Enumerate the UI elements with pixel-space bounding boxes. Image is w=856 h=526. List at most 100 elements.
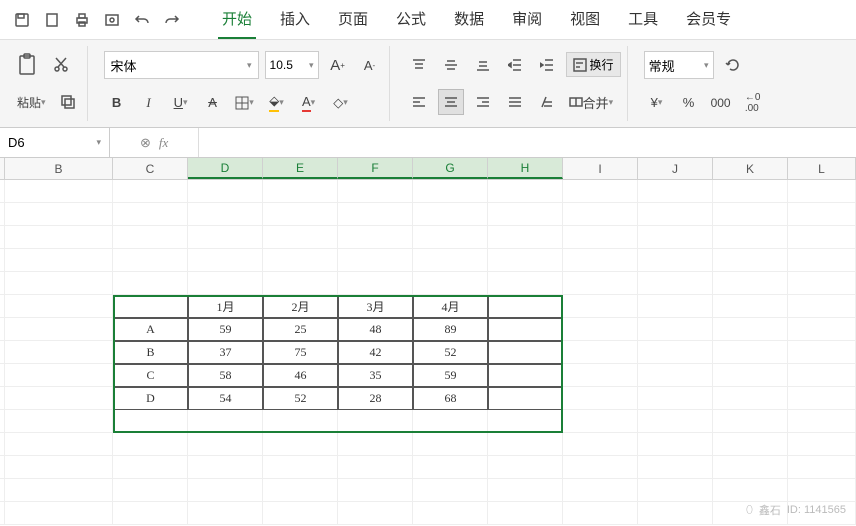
orientation-icon[interactable] <box>534 89 560 115</box>
cell[interactable]: 52 <box>263 387 338 410</box>
cell[interactable] <box>338 180 413 203</box>
cell[interactable] <box>5 295 113 318</box>
font-select[interactable]: 宋体▾ <box>104 51 259 79</box>
align-bot-icon[interactable] <box>470 52 496 78</box>
cell[interactable] <box>5 387 113 410</box>
cell[interactable] <box>563 318 638 341</box>
indent-inc-icon[interactable] <box>534 52 560 78</box>
cell[interactable] <box>488 433 563 456</box>
cell[interactable] <box>788 226 856 249</box>
cell[interactable] <box>488 295 563 318</box>
cell[interactable] <box>413 479 488 502</box>
cell[interactable] <box>113 203 188 226</box>
cell[interactable] <box>638 272 713 295</box>
cell[interactable]: 25 <box>263 318 338 341</box>
cell[interactable]: 46 <box>263 364 338 387</box>
cell[interactable] <box>638 341 713 364</box>
cell[interactable] <box>563 387 638 410</box>
cell[interactable] <box>488 479 563 502</box>
cell[interactable] <box>488 341 563 364</box>
cell[interactable] <box>563 479 638 502</box>
cell[interactable] <box>713 479 788 502</box>
preview-icon[interactable] <box>98 6 126 34</box>
align-right-icon[interactable] <box>470 89 496 115</box>
cell[interactable] <box>338 433 413 456</box>
cell[interactable] <box>713 318 788 341</box>
cell[interactable]: 4月 <box>413 295 488 318</box>
copy-icon[interactable] <box>55 89 81 115</box>
cell[interactable] <box>488 180 563 203</box>
cell[interactable] <box>338 479 413 502</box>
col-header-J[interactable]: J <box>638 158 713 179</box>
cell[interactable] <box>188 433 263 456</box>
cell[interactable] <box>563 364 638 387</box>
number-format-select[interactable]: 常规▾ <box>644 51 714 79</box>
cell[interactable] <box>713 272 788 295</box>
cancel-icon[interactable]: ⊗ <box>140 135 151 151</box>
cell[interactable] <box>188 249 263 272</box>
cell[interactable] <box>488 272 563 295</box>
tab-insert[interactable]: 插入 <box>276 0 314 39</box>
cell[interactable] <box>5 180 113 203</box>
cell[interactable] <box>263 180 338 203</box>
tab-view[interactable]: 视图 <box>566 0 604 39</box>
cell[interactable] <box>5 479 113 502</box>
cell[interactable] <box>5 456 113 479</box>
col-header-B[interactable]: B <box>5 158 113 179</box>
cell[interactable] <box>563 272 638 295</box>
cell[interactable] <box>5 364 113 387</box>
decrease-font-icon[interactable]: A- <box>357 52 383 78</box>
font-color-button[interactable]: A▾ <box>296 90 322 116</box>
cell[interactable]: 89 <box>413 318 488 341</box>
cell[interactable] <box>413 502 488 525</box>
cell[interactable]: B <box>113 341 188 364</box>
cell[interactable] <box>488 249 563 272</box>
cell[interactable]: 48 <box>338 318 413 341</box>
wrap-button[interactable]: 换行 <box>566 52 621 77</box>
tab-formula[interactable]: 公式 <box>392 0 430 39</box>
justify-icon[interactable] <box>502 89 528 115</box>
cell[interactable]: 54 <box>188 387 263 410</box>
cell[interactable] <box>263 410 338 433</box>
cell[interactable] <box>713 387 788 410</box>
cell[interactable]: 58 <box>188 364 263 387</box>
cell[interactable] <box>713 226 788 249</box>
cell[interactable] <box>5 272 113 295</box>
cell[interactable] <box>188 272 263 295</box>
cell[interactable]: A <box>113 318 188 341</box>
cell[interactable] <box>713 249 788 272</box>
cell[interactable] <box>263 272 338 295</box>
new-icon[interactable] <box>38 6 66 34</box>
cell[interactable]: 42 <box>338 341 413 364</box>
cell[interactable]: 1月 <box>188 295 263 318</box>
cell[interactable] <box>713 203 788 226</box>
cell[interactable] <box>788 479 856 502</box>
cell[interactable] <box>413 180 488 203</box>
cell[interactable] <box>263 433 338 456</box>
cell[interactable] <box>188 456 263 479</box>
cell[interactable] <box>563 341 638 364</box>
cell[interactable] <box>713 456 788 479</box>
merge-button[interactable]: 合并▾ <box>566 89 617 115</box>
cell[interactable] <box>5 410 113 433</box>
cell[interactable] <box>563 226 638 249</box>
cell[interactable]: 35 <box>338 364 413 387</box>
cell[interactable] <box>788 318 856 341</box>
cell[interactable] <box>113 433 188 456</box>
cell[interactable] <box>188 410 263 433</box>
cell[interactable] <box>413 203 488 226</box>
cell[interactable] <box>713 180 788 203</box>
cell[interactable] <box>188 479 263 502</box>
cell[interactable] <box>788 180 856 203</box>
cell[interactable] <box>563 502 638 525</box>
cell[interactable] <box>488 226 563 249</box>
col-header-L[interactable]: L <box>788 158 856 179</box>
cell[interactable] <box>488 502 563 525</box>
cell[interactable] <box>413 433 488 456</box>
cell[interactable] <box>5 502 113 525</box>
cell[interactable] <box>113 502 188 525</box>
cell[interactable] <box>713 433 788 456</box>
underline-button[interactable]: U▾ <box>168 90 194 116</box>
cell[interactable] <box>638 456 713 479</box>
cell[interactable] <box>638 387 713 410</box>
